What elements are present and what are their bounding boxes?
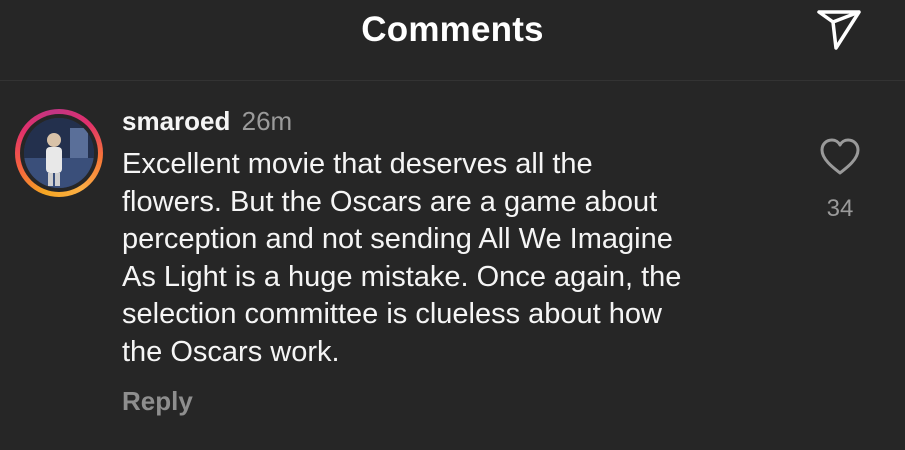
comment-text: Excellent movie that deserves all the fl… [122,148,682,368]
page-title: Comments [361,10,544,49]
like-count: 34 [826,195,854,222]
avatar-ring-gap [20,114,98,192]
avatar[interactable] [15,109,103,197]
reply-button[interactable]: Reply [122,386,193,417]
comment-meta: smaroed 26m [122,105,292,137]
avatar-photo [24,118,94,188]
username[interactable]: smaroed [122,106,230,136]
timestamp: 26m [241,106,293,136]
heart-icon[interactable] [818,137,862,177]
comments-header: Comments [0,0,905,81]
send-icon[interactable] [813,8,865,52]
comment-item: smaroed 26m Excellent movie that deserve… [0,81,905,450]
